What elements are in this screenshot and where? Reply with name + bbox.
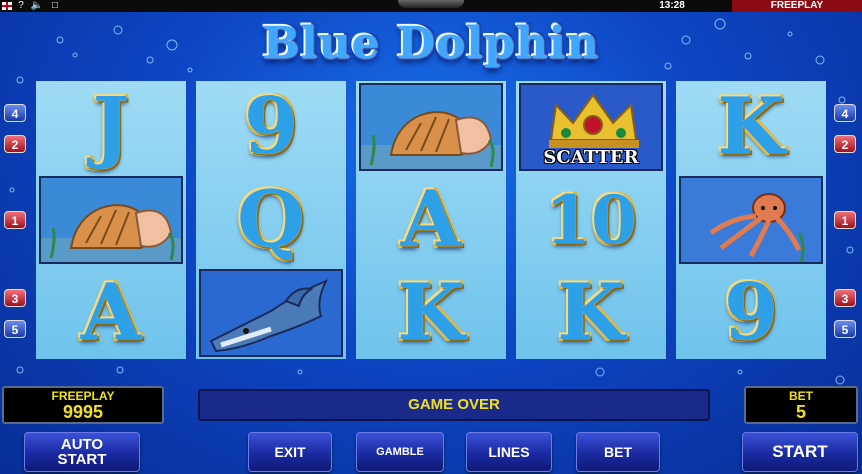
octopus-icon: [679, 176, 823, 264]
symbol-letter: K: [557, 267, 625, 358]
game-logo: Blue Dolphin: [262, 18, 600, 69]
mode-badge: FREEPLAY: [732, 0, 862, 12]
status-message: GAME OVER: [198, 389, 710, 421]
reel-symbol: K: [356, 267, 506, 359]
balance-label: FREEPLAY: [51, 389, 115, 403]
symbol-letter: J: [92, 81, 130, 172]
auto-start-button[interactable]: AUTO START: [24, 432, 140, 472]
shell-icon: [39, 176, 183, 264]
reel-symbol: SCATTER: [516, 81, 666, 173]
symbol-letter: A: [80, 267, 142, 358]
bet-value: 5: [795, 402, 806, 422]
symbol-letter: 9: [723, 267, 779, 358]
reel-symbol: A: [36, 267, 186, 359]
bet-label: BET: [789, 389, 813, 403]
reel-3: A K: [356, 81, 506, 359]
line-4-left-button[interactable]: 4: [4, 104, 26, 122]
scatter-label: SCATTER: [543, 147, 639, 168]
line-2-left-button[interactable]: 2: [4, 135, 26, 153]
symbol-letter: K: [397, 267, 465, 358]
reel-5: K 9: [676, 81, 826, 359]
reel-symbol: K: [516, 267, 666, 359]
balance-box: FREEPLAY 9995: [2, 386, 164, 424]
language-flag-icon[interactable]: [2, 2, 12, 10]
top-bar: ? 🔈 □ 13:28 FREEPLAY: [0, 0, 862, 12]
game-stage: ? 🔈 □ 13:28 FREEPLAY Blue Dolphin J A 9 …: [0, 0, 862, 474]
dolphin-icon: [199, 269, 343, 357]
reel-symbol: [356, 81, 506, 173]
reel-symbol: Q: [196, 174, 346, 266]
line-4-right-button[interactable]: 4: [834, 104, 856, 122]
menu-handle[interactable]: [398, 0, 464, 8]
line-5-right-button[interactable]: 5: [834, 320, 856, 338]
clock: 13:28: [659, 0, 685, 11]
line-3-left-button[interactable]: 3: [4, 289, 26, 307]
reel-symbol: [676, 174, 826, 266]
symbol-letter: 10: [545, 181, 637, 259]
reel-symbol: [196, 267, 346, 359]
start-button[interactable]: START: [742, 432, 858, 472]
reel-symbol: A: [356, 174, 506, 266]
exit-button[interactable]: EXIT: [248, 432, 332, 472]
balance-value: 9995: [62, 402, 104, 422]
reel-symbol: 9: [676, 267, 826, 359]
reels-area: J A 9 Q A K SCATTER 10 K K 9: [36, 81, 826, 359]
speaker-icon[interactable]: 🔈: [30, 0, 44, 12]
lines-button[interactable]: LINES: [466, 432, 552, 472]
reel-symbol: [36, 174, 186, 266]
auto-start-line-1: AUTO: [60, 436, 104, 453]
fullscreen-icon[interactable]: □: [48, 0, 62, 12]
line-1-left-button[interactable]: 1: [4, 211, 26, 229]
symbol-letter: 9: [243, 81, 299, 172]
reel-symbol: 10: [516, 174, 666, 266]
reel-symbol: 9: [196, 81, 346, 173]
reel-2: 9 Q: [196, 81, 346, 359]
gamble-button[interactable]: GAMBLE: [356, 432, 444, 472]
bet-button[interactable]: BET: [576, 432, 660, 472]
line-5-left-button[interactable]: 5: [4, 320, 26, 338]
crown-icon: SCATTER: [519, 83, 663, 171]
symbol-letter: K: [717, 81, 785, 172]
reel-4: SCATTER 10 K: [516, 81, 666, 359]
symbol-letter: A: [400, 174, 462, 265]
symbol-letter: Q: [237, 174, 305, 265]
bet-box: BET 5: [744, 386, 858, 424]
reel-symbol: J: [36, 81, 186, 173]
line-3-right-button[interactable]: 3: [834, 289, 856, 307]
reel-1: J A: [36, 81, 186, 359]
help-icon[interactable]: ?: [14, 0, 28, 12]
line-1-right-button[interactable]: 1: [834, 211, 856, 229]
shell-icon: [359, 83, 503, 171]
auto-start-line-2: START: [57, 451, 107, 468]
reel-symbol: K: [676, 81, 826, 173]
line-2-right-button[interactable]: 2: [834, 135, 856, 153]
